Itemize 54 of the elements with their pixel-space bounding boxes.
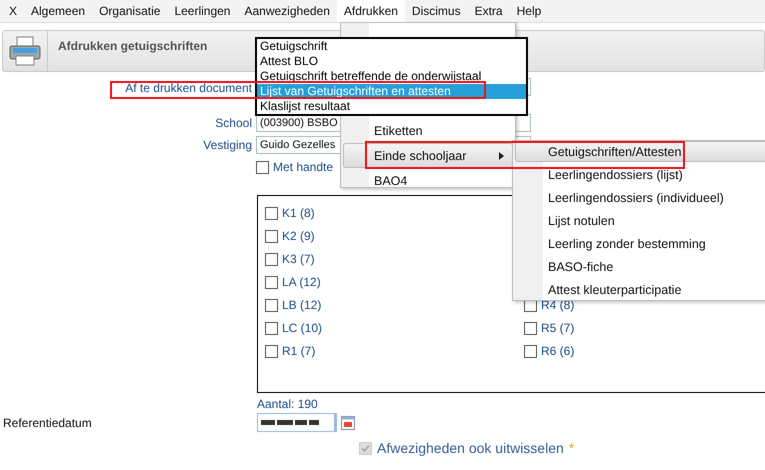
menu-item[interactable]: BAO4 xyxy=(343,168,513,193)
menu-item[interactable]: Help xyxy=(510,0,548,22)
checkbox[interactable] xyxy=(265,230,278,242)
field-label: Referentiedatum xyxy=(2,416,93,430)
menu-item[interactable]: BASO-fiche xyxy=(515,256,765,277)
checkbox[interactable] xyxy=(265,206,278,220)
menu-item[interactable]: Afdrukken xyxy=(336,0,405,22)
checkbox[interactable] xyxy=(265,298,278,312)
required-mark: * xyxy=(568,440,574,456)
option-label: Afwezigheden ook uitwisselen xyxy=(377,440,564,456)
class-label: LB (12) xyxy=(282,298,322,312)
class-label: LA (12) xyxy=(282,275,321,289)
menu-item[interactable]: Leerlingen xyxy=(167,0,238,22)
menu-item[interactable]: X xyxy=(2,0,24,22)
menu-item[interactable]: Organisatie xyxy=(92,0,168,22)
class-label: R6 (6) xyxy=(541,344,574,358)
dropdown-option[interactable]: Attest BLO xyxy=(257,54,526,69)
menu-item[interactable]: Etiketten xyxy=(343,118,513,143)
menu-item[interactable]: Discimus xyxy=(404,0,468,22)
calendar-icon[interactable] xyxy=(341,415,355,430)
checkbox[interactable] xyxy=(265,276,278,288)
date-field[interactable] xyxy=(257,413,337,432)
dropdown-option[interactable]: Getuigschrift xyxy=(257,39,526,54)
menu-item[interactable]: Lijst notulen xyxy=(515,210,765,231)
dropdown-option[interactable]: Klaslijst resultaat xyxy=(257,99,526,114)
class-label: K2 (9) xyxy=(282,229,315,243)
checkbox[interactable] xyxy=(524,322,537,334)
menu-item[interactable]: Extra xyxy=(468,0,510,22)
checkbox[interactable] xyxy=(265,344,278,358)
field-label: Vestiging xyxy=(203,138,252,152)
class-label: R4 (8) xyxy=(541,298,574,312)
class-label: R1 (7) xyxy=(282,344,316,358)
field-label: Af te drukken document xyxy=(125,81,252,95)
printer-icon xyxy=(9,36,41,66)
class-label: R5 (7) xyxy=(541,321,574,335)
menu-item[interactable]: Getuigschriften/Attesten xyxy=(515,141,765,162)
menu-item[interactable]: Algemeen xyxy=(24,0,92,22)
checkbox[interactable] xyxy=(265,252,278,266)
option-label: Met handte xyxy=(273,160,334,174)
dropdown-option[interactable]: Getuigschrift betreffende de onderwijstaal xyxy=(257,69,526,84)
class-label: K3 (7) xyxy=(282,252,315,266)
menu-item[interactable]: Leerling zonder bestemming xyxy=(515,233,765,254)
menu-item[interactable]: Leerlingendossiers (individueel) xyxy=(515,187,765,208)
menu-item[interactable]: Einde schooljaar xyxy=(343,143,513,168)
checkbox[interactable] xyxy=(524,344,537,358)
checkbox[interactable] xyxy=(256,160,269,174)
class-label: LC (10) xyxy=(282,321,322,335)
checkbox[interactable] xyxy=(265,322,278,334)
class-label: K1 (8) xyxy=(282,206,315,220)
count-text: Aantal: 190 xyxy=(257,397,319,411)
menu-item[interactable]: Attest kleuterparticipatie xyxy=(515,279,765,300)
menu-item[interactable]: Aanwezigheden xyxy=(237,0,337,22)
field-label: School xyxy=(215,116,252,130)
page-title: Afdrukken getuigschriften xyxy=(57,38,208,55)
